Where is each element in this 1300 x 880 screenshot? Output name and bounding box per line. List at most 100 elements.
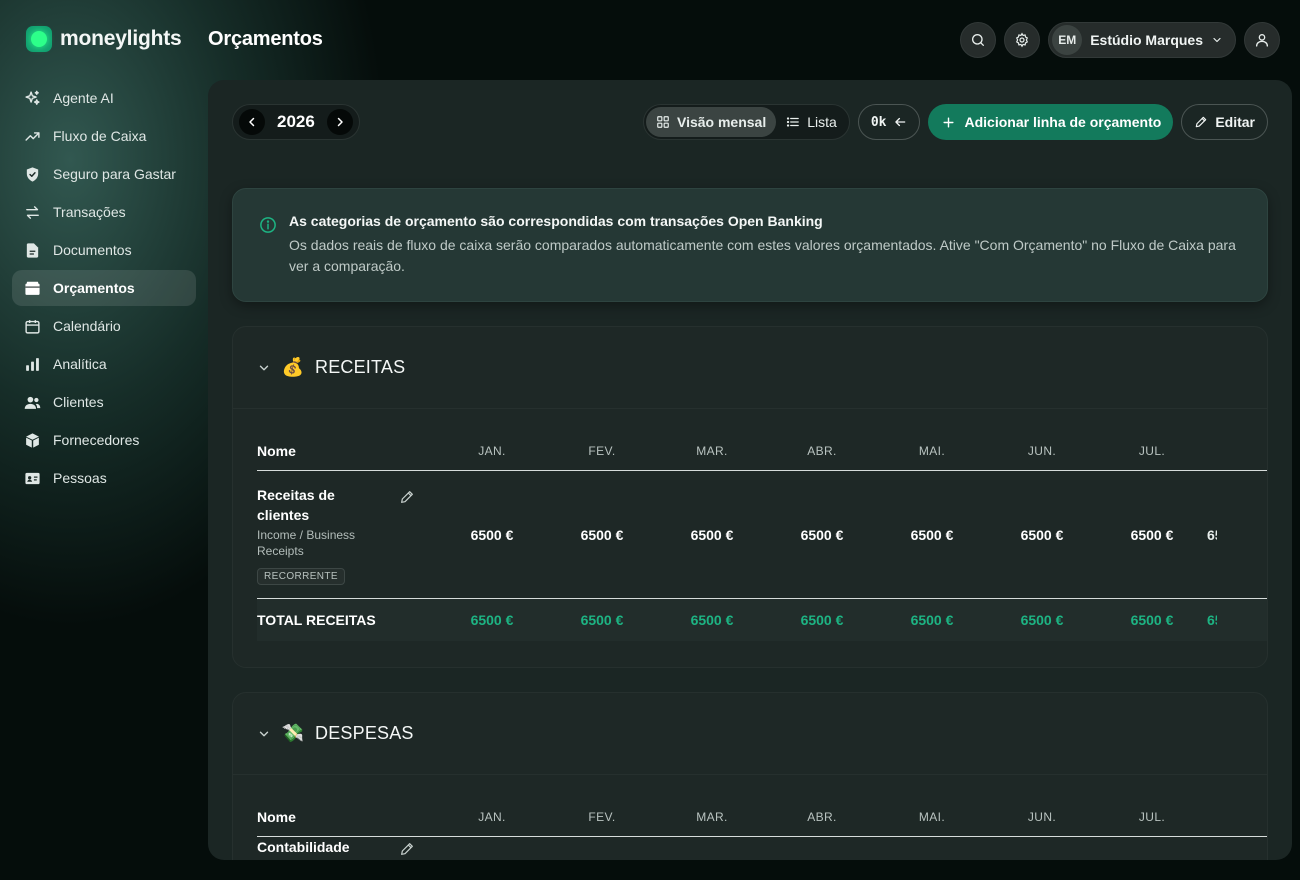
edit-button[interactable]: Editar (1181, 104, 1268, 140)
plus-icon (943, 116, 955, 128)
line-name: Receitas de clientes (257, 487, 335, 523)
box-icon (26, 432, 39, 448)
chevron-down-icon (259, 365, 269, 370)
document-icon (26, 242, 39, 258)
total-cell: 6500 € (1020, 612, 1064, 628)
total-cell: 6500 € (1130, 612, 1174, 628)
edit-line-pencil-icon[interactable] (399, 841, 415, 857)
sidebar-item-label: Clientes (53, 394, 104, 410)
sidebar-item-pessoas[interactable]: Pessoas (12, 460, 196, 496)
chevron-left-icon (249, 117, 255, 127)
brand-name: moneylights (60, 27, 182, 50)
month-header: FEV. (588, 443, 616, 458)
info-title: As categorias de orçamento são correspon… (289, 213, 823, 229)
sidebar-item-seguro-para-gastar[interactable]: Seguro para Gastar (12, 156, 196, 192)
total-row: TOTAL RECEITAS 6500 € 6500 € 6500 € 6500… (257, 599, 1267, 641)
toolbar-actions: Visão mensal Lista 0k Adicionar linha de… (643, 104, 1268, 140)
year-selector: 2026 (232, 104, 360, 140)
sidebar-item-documentos[interactable]: Documentos (12, 232, 196, 268)
value-cell[interactable]: 6500 € (877, 527, 987, 543)
sidebar-item-label: Seguro para Gastar (53, 166, 176, 182)
account-name: Estúdio Marques (1090, 32, 1203, 48)
sparkles-icon (25, 90, 40, 105)
name-column-header: Nome (257, 808, 296, 825)
info-icon (260, 217, 276, 233)
total-cell: 6500 € (910, 612, 954, 628)
brand-logo[interactable]: moneylights (26, 26, 182, 52)
total-label: TOTAL RECEITAS (257, 612, 376, 628)
value-cell-partial: 6500 € (1207, 526, 1217, 543)
sidebar-nav: Agente AI Fluxo de Caixa Seguro para Gas… (12, 80, 196, 498)
value-cell[interactable]: 6500 € (437, 527, 547, 543)
trending-up-icon (25, 131, 40, 141)
top-bar: EM Estúdio Marques (960, 22, 1280, 58)
add-budget-line-label: Adicionar linha de orçamento (964, 114, 1162, 130)
main-panel: 2026 Visão mensal Lista 0k Adicionar lin… (208, 80, 1292, 860)
month-header: MAR. (696, 443, 728, 458)
total-cell: 6500 € (690, 612, 734, 628)
info-banner: As categorias de orçamento são correspon… (232, 188, 1268, 302)
zero-values-button[interactable]: 0k (857, 104, 921, 140)
revenue-section: 💰 RECEITAS Nome JAN. FEV. MAR. ABR. MAI.… (232, 326, 1268, 668)
profile-button[interactable] (1244, 22, 1280, 58)
total-cell-partial: 6500 € (1207, 612, 1217, 628)
add-budget-line-button[interactable]: Adicionar linha de orçamento (928, 104, 1174, 140)
name-column-header: Nome (257, 442, 296, 459)
month-header: JAN. (478, 809, 506, 824)
value-cell[interactable]: 6500 € (767, 527, 877, 543)
month-header: MAR. (696, 809, 728, 824)
recurring-badge: RECORRENTE (257, 568, 346, 585)
sidebar-item-fornecedores[interactable]: Fornecedores (12, 422, 196, 458)
year-label: 2026 (277, 112, 315, 131)
table-header-row: Nome JAN. FEV. MAR. ABR. MAI. JUN. JUL. (257, 797, 1267, 837)
month-header: ABR. (807, 443, 837, 458)
total-cell: 6500 € (580, 612, 624, 628)
revenue-section-title: RECEITAS (315, 357, 406, 377)
expenses-table: Nome JAN. FEV. MAR. ABR. MAI. JUN. JUL. (257, 797, 1267, 837)
search-button[interactable] (960, 22, 997, 58)
value-cell[interactable]: 6500 € (547, 527, 657, 543)
info-text: Os dados reais de fluxo de caixa serão c… (289, 237, 1236, 274)
month-header: MAI. (918, 809, 946, 824)
sidebar-item-label: Fluxo de Caixa (53, 128, 147, 144)
sidebar-item-analitica[interactable]: Analítica (12, 346, 196, 382)
expenses-section-header[interactable]: 💸 DESPESAS (233, 693, 1267, 775)
sidebar-item-orcamentos[interactable]: Orçamentos (12, 270, 196, 306)
settings-button[interactable] (1004, 22, 1041, 58)
sidebar-item-agente-ai[interactable]: Agente AI (12, 80, 196, 116)
total-cell: 6500 € (470, 612, 514, 628)
grid-icon (657, 116, 669, 128)
value-cell[interactable]: 6500 € (657, 527, 767, 543)
users-icon (24, 396, 41, 409)
bar-chart-icon (26, 357, 39, 371)
wallet-icon (25, 281, 40, 295)
view-list-button[interactable]: Lista (776, 107, 847, 137)
month-header: JUN. (1027, 809, 1057, 824)
sidebar-item-transacoes[interactable]: Transações (12, 194, 196, 230)
month-header: JUL. (1138, 443, 1166, 458)
chevron-down-icon (259, 731, 269, 736)
table-row[interactable]: Receitas de clientes Income / Business R… (257, 471, 1267, 599)
avatar: EM (1052, 25, 1083, 55)
month-header: JAN. (478, 443, 506, 458)
value-cell[interactable]: 6500 € (1097, 527, 1207, 543)
sidebar-item-label: Transações (53, 204, 126, 220)
gear-icon (1016, 32, 1029, 48)
table-header-row: Nome JAN. FEV. MAR. ABR. MAI. JUN. JUL. (257, 431, 1267, 471)
sidebar-item-fluxo-de-caixa[interactable]: Fluxo de Caixa (12, 118, 196, 154)
month-header: JUL. (1138, 809, 1166, 824)
edit-line-pencil-icon[interactable] (399, 489, 415, 505)
account-switcher[interactable]: EM Estúdio Marques (1048, 22, 1236, 58)
previous-year-button[interactable] (239, 109, 265, 135)
value-cell[interactable]: 6500 € (987, 527, 1097, 543)
sidebar-item-clientes[interactable]: Clientes (12, 384, 196, 420)
arrows-swap-icon (26, 205, 39, 219)
view-monthly-button[interactable]: Visão mensal (646, 107, 777, 137)
search-icon (972, 34, 985, 46)
revenue-section-header[interactable]: 💰 RECEITAS (233, 327, 1267, 409)
month-header: MAI. (918, 443, 946, 458)
sidebar-item-calendario[interactable]: Calendário (12, 308, 196, 344)
next-year-button[interactable] (326, 109, 353, 135)
month-header: ABR. (807, 809, 837, 824)
month-header: JUN. (1027, 443, 1057, 458)
